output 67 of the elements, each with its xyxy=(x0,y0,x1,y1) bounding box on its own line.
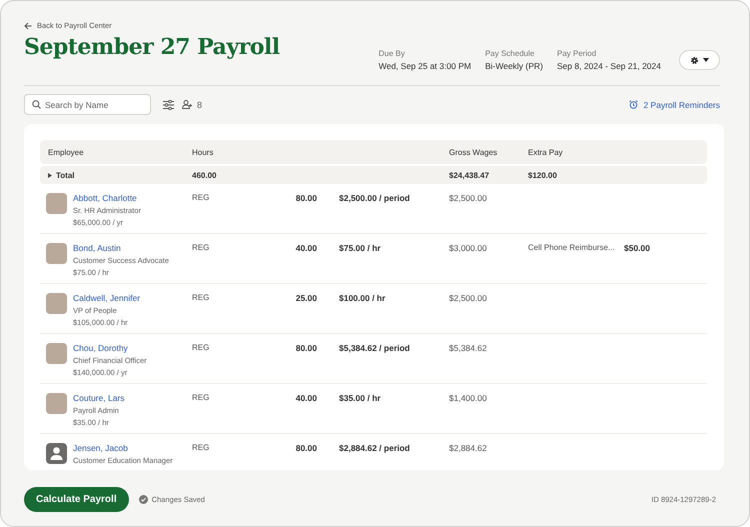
alarm-clock-icon xyxy=(629,100,638,109)
hours: 80.00 xyxy=(294,343,317,353)
column-header[interactable]: Hours xyxy=(192,148,277,156)
gross-wages: $3,000.00 xyxy=(449,243,488,253)
gross-wages: $2,884.62 xyxy=(449,443,488,453)
total-extra-pay: $120.00 xyxy=(528,170,558,180)
page-title: September 27 Payroll xyxy=(24,34,280,60)
photo-placeholder xyxy=(46,193,67,214)
filter-icon[interactable] xyxy=(163,100,174,110)
pay-type: REG xyxy=(192,443,210,452)
photo-placeholder xyxy=(46,393,67,414)
caret-icon[interactable] xyxy=(48,172,52,178)
meta-label: Due By xyxy=(378,49,406,58)
hours: 40.00 xyxy=(294,393,317,403)
hours: 80.00 xyxy=(294,193,317,203)
meta-label: Pay Period xyxy=(557,49,598,58)
photo-placeholder xyxy=(46,293,67,314)
employee-name-link[interactable]: Chou, Dorothy xyxy=(73,343,147,353)
caret-icon xyxy=(703,58,709,62)
employee-name-link[interactable]: Abbott, Charlotte xyxy=(73,193,141,203)
gross-wages: $2,500.00 xyxy=(449,193,488,203)
photo-placeholder xyxy=(46,243,67,264)
meta-value: Wed, Sep 25 at 3:00 PM xyxy=(378,61,472,71)
hours: 40.00 xyxy=(294,243,317,253)
meta-value: Sep 8, 2024 - Sep 21, 2024 xyxy=(557,61,661,71)
gross-wages: $2,500.00 xyxy=(449,293,488,303)
avatar-icon xyxy=(46,443,67,464)
search-field[interactable]: Search by Name xyxy=(24,94,151,115)
pay-rate: $100.00 / hr xyxy=(339,293,386,303)
column-header[interactable]: Gross Wages xyxy=(449,148,528,156)
pay-rate: $2,500.00 / period xyxy=(339,193,411,203)
back-arrow-icon[interactable] xyxy=(24,22,32,30)
pay-rate: $35.00 / hr xyxy=(339,393,382,403)
total-gross-wages: $24,438.47 xyxy=(449,170,490,180)
pay-type: REG xyxy=(192,193,210,202)
employee-count: 8 xyxy=(197,100,202,110)
extra-pay-amount: $50.00 xyxy=(624,243,651,253)
pay-rate: $2,884.62 / period xyxy=(339,443,411,453)
extra-pay-label: Cell Phone Reimburse... xyxy=(528,243,616,252)
hours: 25.00 xyxy=(294,293,317,303)
column-header[interactable]: Extra Pay xyxy=(528,148,624,156)
people-icon xyxy=(182,100,193,109)
total-label: Total xyxy=(56,170,75,180)
employee-name-link[interactable]: Couture, Lars xyxy=(73,393,124,403)
hours: 80.00 xyxy=(294,443,317,453)
meta-label: Pay Schedule xyxy=(485,49,536,58)
gross-wages: $5,384.62 xyxy=(449,343,488,353)
total-hours: 460.00 xyxy=(192,170,218,180)
pay-type: REG xyxy=(192,243,210,252)
pay-type: REG xyxy=(192,293,210,302)
employee-name-link[interactable]: Bond, Austin xyxy=(73,243,169,253)
employee-name-link[interactable]: Caldwell, Jennifer xyxy=(73,293,140,303)
calculate-payroll-button[interactable]: Calculate Payroll xyxy=(24,487,129,512)
reminders-link[interactable]: 2 Payroll Reminders xyxy=(629,100,720,110)
pay-rate: $75.00 / hr xyxy=(339,243,382,253)
meta-value: Bi-Weekly (PR) xyxy=(485,61,544,71)
employee-name-link[interactable]: Jensen, Jacob xyxy=(73,443,173,453)
gross-wages: $1,400.00 xyxy=(449,393,488,403)
settings-button[interactable] xyxy=(679,50,720,70)
check-circle-icon xyxy=(138,495,148,504)
settings-icon xyxy=(690,56,699,64)
column-header[interactable]: Employee xyxy=(48,148,192,156)
search-icon xyxy=(32,100,41,109)
pay-type: REG xyxy=(192,343,210,352)
pay-rate: $5,384.62 / period xyxy=(339,343,411,353)
pay-type: REG xyxy=(192,393,210,402)
photo-placeholder xyxy=(46,343,67,364)
